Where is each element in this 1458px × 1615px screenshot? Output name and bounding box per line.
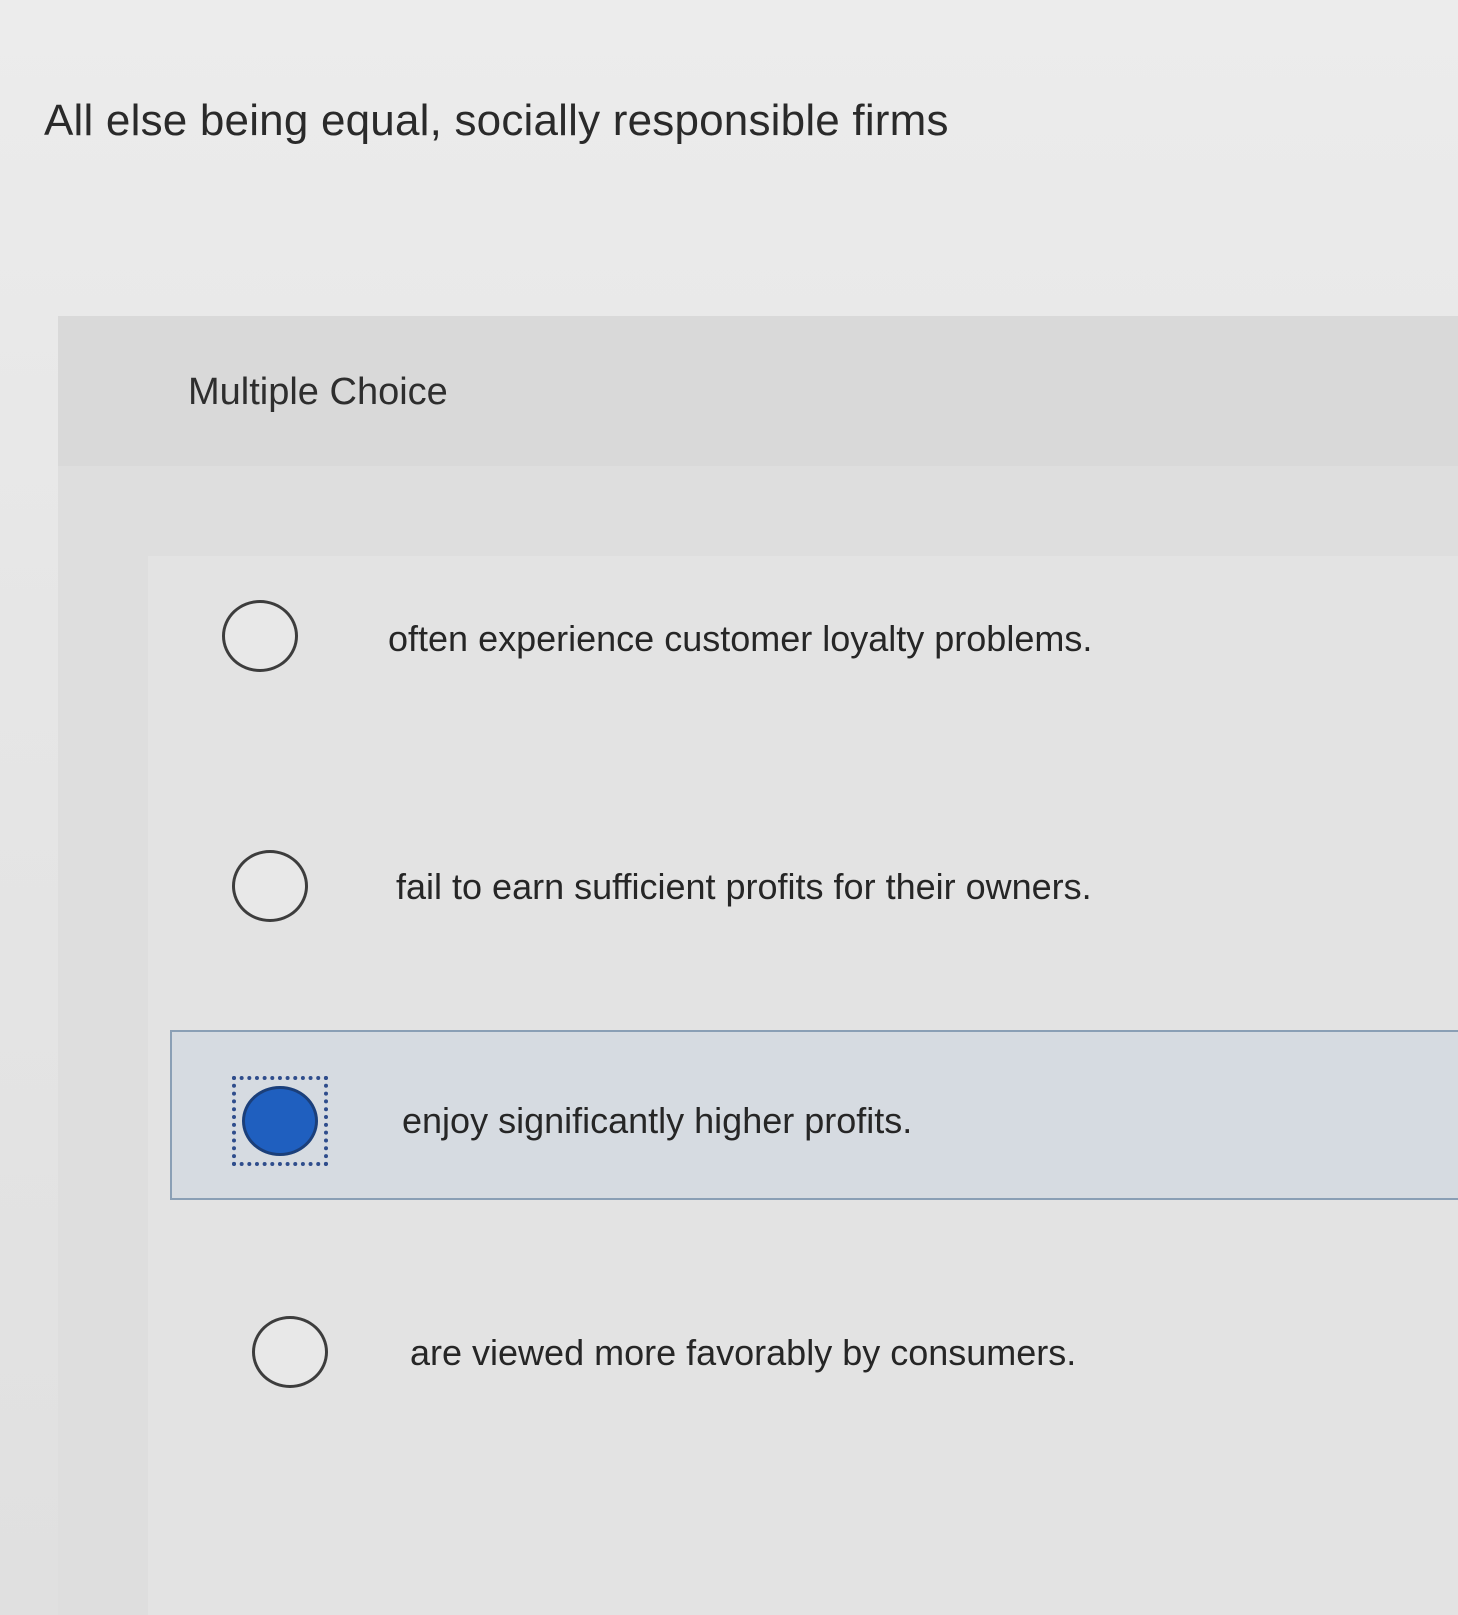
radio-unchecked-icon[interactable] (222, 600, 298, 672)
option-a-text[interactable]: often experience customer loyalty proble… (388, 618, 1092, 660)
options-list: often experience customer loyalty proble… (148, 556, 1458, 1615)
option-a[interactable]: often experience customer loyalty proble… (148, 556, 1458, 726)
option-c-selected[interactable]: enjoy significantly higher profits. (170, 1030, 1458, 1200)
question-text: All else being equal, socially responsib… (44, 96, 949, 145)
option-c-text[interactable]: enjoy significantly higher profits. (402, 1100, 912, 1142)
radio-unchecked-icon[interactable] (252, 1316, 328, 1388)
multiple-choice-label: Multiple Choice (188, 371, 448, 413)
option-d-text[interactable]: are viewed more favorably by consumers. (410, 1332, 1076, 1374)
option-d[interactable]: are viewed more favorably by consumers. (148, 1272, 1458, 1442)
focus-outline (232, 1076, 328, 1166)
radio-checked-icon[interactable] (242, 1086, 318, 1156)
option-b[interactable]: fail to earn sufficient profits for thei… (148, 806, 1458, 976)
option-b-text[interactable]: fail to earn sufficient profits for thei… (396, 866, 1092, 908)
panel-header: Multiple Choice (58, 316, 1458, 466)
radio-unchecked-icon[interactable] (232, 850, 308, 922)
multiple-choice-panel: Multiple Choice often experience custome… (58, 316, 1458, 1615)
